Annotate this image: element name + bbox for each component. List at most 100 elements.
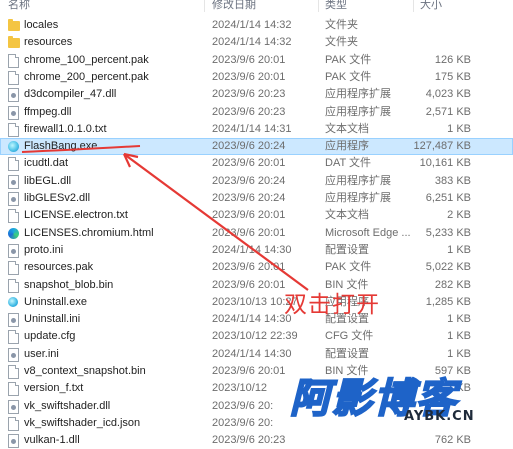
file-type: 应用程序扩展: [325, 105, 391, 118]
file-name[interactable]: chrome_100_percent.pak: [24, 52, 204, 69]
file-row[interactable]: user.ini 2024/1/14 14:30 配置设置 1 KB: [0, 346, 513, 363]
column-type-header[interactable]: 类型: [325, 0, 347, 12]
dll-icon: [8, 88, 19, 103]
file-icon: [8, 278, 19, 293]
column-name-header[interactable]: 名称: [8, 0, 30, 12]
file-row[interactable]: firewall1.0.1.0.txt 2024/1/14 14:31 文本文档 1 …: [0, 121, 513, 138]
file-type: DAT 文件: [325, 157, 372, 170]
file-date: 2023/9/6 20:23: [212, 105, 286, 118]
file-name[interactable]: vk_swiftshader_icd.json: [24, 415, 204, 432]
file-name[interactable]: d3dcompiler_47.dll: [24, 86, 204, 103]
file-row[interactable]: FlashBang.exe 2023/9/6 20:24 应用程序 127,487 K…: [0, 138, 513, 156]
file-type: CFG 文件: [325, 330, 374, 343]
app-icon: [8, 141, 19, 153]
file-name[interactable]: libEGL.dll: [24, 173, 204, 190]
file-row[interactable]: ffmpeg.dll 2023/9/6 20:23 应用程序扩展 2,571 KB: [0, 104, 513, 121]
file-name[interactable]: icudtl.dat: [24, 155, 204, 172]
file-size: 4,023 KB: [425, 88, 471, 101]
file-row[interactable]: update.cfg 2023/10/12 22:39 CFG 文件 1 KB: [0, 328, 513, 345]
column-size-header[interactable]: 大小: [420, 0, 442, 12]
dll-icon: [8, 399, 19, 414]
file-name[interactable]: snapshot_blob.bin: [24, 277, 204, 294]
file-date: 2024/1/14 14:31: [212, 122, 292, 135]
file-date: 2023/9/6 20:01: [212, 365, 286, 377]
file-name[interactable]: Uninstall.exe: [24, 294, 204, 311]
column-date-header[interactable]: 修改日期: [212, 0, 256, 12]
file-row[interactable]: proto.ini 2024/1/14 14:30 配置设置 1 KB: [0, 242, 513, 259]
file-row[interactable]: LICENSE.electron.txt 2023/9/6 20:01 文本文档 2 …: [0, 207, 513, 224]
annotation-text: 双击打开: [284, 292, 380, 318]
file-row[interactable]: libEGL.dll 2023/9/6 20:24 应用程序扩展 383 KB: [0, 173, 513, 190]
file-date: 2023/9/6 20:01: [212, 209, 286, 222]
file-row[interactable]: Uninstall.ini 2024/1/14 14:30 配置设置 1 KB: [0, 311, 513, 328]
file-row[interactable]: icudtl.dat 2023/9/6 20:01 DAT 文件 10,161 KB: [0, 155, 513, 172]
file-name[interactable]: vk_swiftshader.dll: [24, 398, 204, 415]
file-size: 5,233 KB: [425, 226, 471, 239]
file-type: 配置设置: [325, 243, 369, 256]
file-name[interactable]: locales: [24, 17, 204, 34]
file-date: 2024/1/14 14:30: [212, 243, 292, 256]
file-name[interactable]: resources: [24, 34, 204, 51]
file-name[interactable]: proto.ini: [24, 242, 204, 259]
file-icon: [8, 382, 19, 397]
file-size: 1 KB: [447, 330, 471, 343]
file-type: 文本文档: [325, 209, 369, 222]
file-type: PAK 文件: [325, 261, 372, 274]
dll-icon: [8, 434, 19, 449]
file-icon: [8, 53, 19, 68]
file-size: 282 KB: [434, 278, 471, 291]
file-name[interactable]: v8_context_snapshot.bin: [24, 363, 204, 380]
file-row[interactable]: d3dcompiler_47.dll 2023/9/6 20:23 应用程序扩展 4,…: [0, 86, 513, 103]
file-name[interactable]: update.cfg: [24, 328, 204, 345]
watermark-subtext: AYBK.CN: [404, 409, 475, 424]
file-type: PAK 文件: [325, 70, 372, 83]
file-size: 1 KB: [447, 347, 471, 360]
file-row[interactable]: LICENSES.chromium.html 2023/9/6 20:01 Micr…: [0, 225, 513, 242]
file-name[interactable]: version_f.txt: [24, 380, 204, 397]
file-date: 2023/10/12: [212, 382, 268, 395]
file-name[interactable]: chrome_200_percent.pak: [24, 69, 204, 86]
file-date: 2024/1/14 14:30: [212, 347, 292, 360]
file-date: 2023/9/6 20:01: [212, 226, 286, 239]
file-name[interactable]: libGLESv2.dll: [24, 190, 204, 207]
file-name[interactable]: user.ini: [24, 346, 204, 363]
file-row[interactable]: resources.pak 2023/9/6 20:01 PAK 文件 5,022 K…: [0, 259, 513, 276]
file-type: 文件夹: [325, 36, 358, 49]
file-date: 2024/1/14 14:30: [212, 313, 292, 326]
file-name[interactable]: FlashBang.exe: [24, 138, 204, 155]
file-date: 2023/10/12 22:39: [212, 330, 298, 343]
file-row[interactable]: libGLESv2.dll 2023/9/6 20:24 应用程序扩展 6,251 K…: [0, 190, 513, 207]
file-type: 文本文档: [325, 122, 369, 135]
config-icon: [8, 347, 19, 362]
file-size: 6,251 KB: [425, 192, 471, 204]
file-type: 文件夹: [325, 19, 358, 31]
file-name[interactable]: resources.pak: [24, 259, 204, 276]
file-row[interactable]: locales 2024/1/14 14:32 文件夹: [0, 17, 513, 34]
file-date: 2023/9/6 20:: [212, 416, 274, 429]
file-row[interactable]: chrome_200_percent.pak 2023/9/6 20:01 PAK …: [0, 69, 513, 86]
file-size: 5,022 KB: [425, 261, 471, 274]
file-size: 1 KB: [447, 243, 471, 256]
file-size: 126 KB: [434, 53, 471, 66]
file-row[interactable]: snapshot_blob.bin 2023/9/6 20:01 BIN 文件 282…: [0, 277, 513, 294]
file-size: 1,285 KB: [425, 295, 471, 308]
file-row[interactable]: resources 2024/1/14 14:32 文件夹: [0, 34, 513, 51]
file-name[interactable]: Uninstall.ini: [24, 311, 204, 328]
dll-icon: [8, 105, 19, 120]
file-icon: [8, 330, 19, 345]
file-icon: [8, 122, 19, 137]
file-date: 2023/9/6 20:01: [212, 157, 286, 170]
file-date: 2024/1/14 14:32: [212, 19, 292, 31]
file-size: 2 KB: [447, 209, 471, 222]
edge-icon: [8, 227, 19, 239]
file-name[interactable]: firewall1.0.1.0.txt: [24, 121, 204, 138]
file-row[interactable]: Uninstall.exe 2023/10/13 10:27 应用程序 1,285 K…: [0, 294, 513, 311]
file-date: 2023/9/6 20:24: [212, 192, 286, 204]
file-name[interactable]: LICENSES.chromium.html: [24, 225, 204, 242]
dll-icon: [8, 174, 19, 189]
file-name[interactable]: ffmpeg.dll: [24, 104, 204, 121]
file-size: 1 KB: [447, 313, 471, 326]
file-type: 应用程序: [325, 140, 369, 153]
file-name[interactable]: LICENSE.electron.txt: [24, 207, 204, 224]
file-row[interactable]: chrome_100_percent.pak 2023/9/6 20:01 PAK …: [0, 52, 513, 69]
